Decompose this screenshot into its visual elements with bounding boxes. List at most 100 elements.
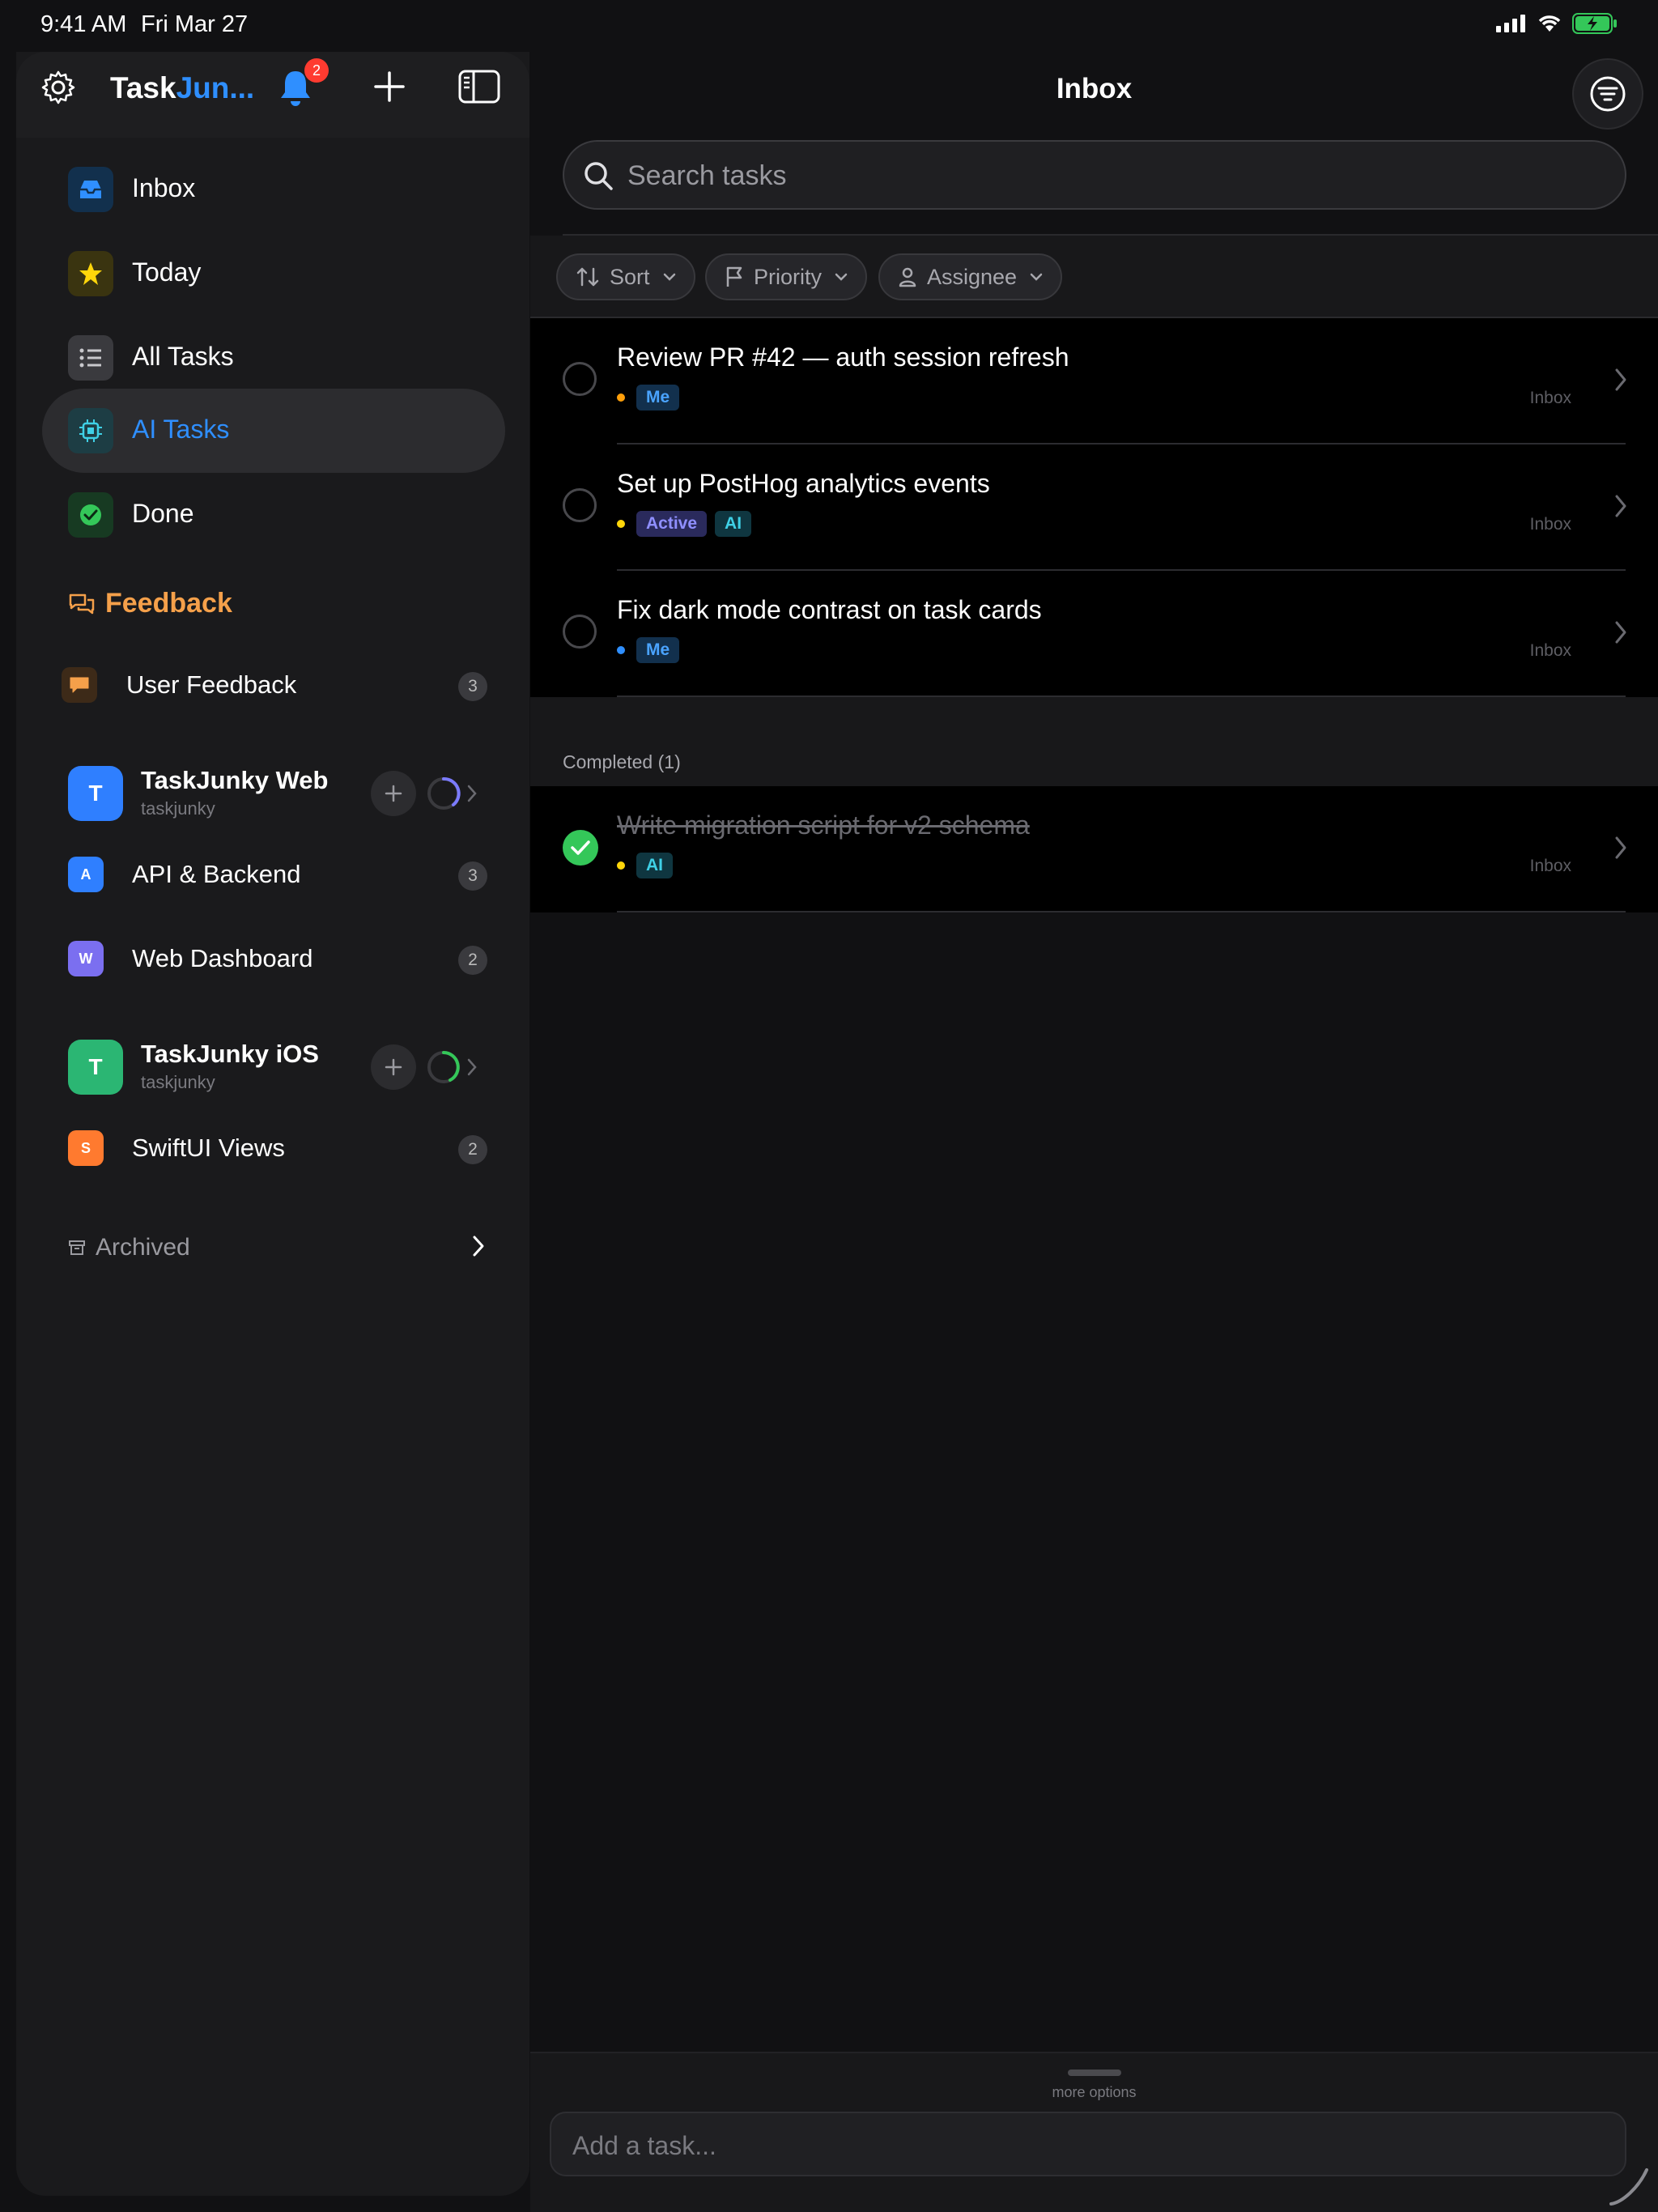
- task-tags: Active AI: [617, 511, 752, 537]
- sidebar-item-all-tasks[interactable]: All Tasks: [42, 316, 505, 400]
- add-to-project-button[interactable]: [371, 1044, 416, 1090]
- plus-icon: [385, 1058, 402, 1076]
- project-name: TaskJunky Web: [141, 766, 329, 794]
- count-badge: 3: [458, 861, 487, 891]
- progress-ring-icon: [427, 776, 461, 810]
- person-icon: [899, 267, 916, 287]
- count-badge: 2: [458, 1135, 487, 1164]
- sort-chip[interactable]: Sort: [556, 253, 695, 300]
- chevron-down-icon: [1030, 273, 1043, 281]
- priority-dot: [617, 393, 625, 402]
- status-bar: 9:41 AM Fri Mar 27: [0, 0, 1658, 52]
- task-title: Fix dark mode contrast on task cards: [617, 595, 1042, 624]
- sidebar-item-done[interactable]: Done: [42, 473, 505, 557]
- chevron-right-icon: [1615, 836, 1626, 859]
- pencil-scribble-icon: [1609, 2168, 1648, 2206]
- cellular-signal-icon: [1496, 15, 1525, 32]
- chevron-right-icon: [1615, 368, 1626, 391]
- add-to-project-button[interactable]: [371, 771, 416, 816]
- filter-chips-row: Sort Priority Assignee: [530, 236, 1658, 317]
- plus-icon[interactable]: [372, 70, 406, 104]
- sidebar-item-user-feedback[interactable]: User Feedback 3: [42, 644, 505, 725]
- subproject-avatar: A: [68, 857, 104, 892]
- progress-ring-icon: [427, 1051, 460, 1083]
- tag-me: Me: [636, 385, 680, 410]
- task-location: Inbox: [1529, 857, 1571, 875]
- sidebar-toggle-icon[interactable]: [458, 70, 500, 104]
- project-avatar: T: [68, 766, 123, 821]
- task-complete-toggle[interactable]: [563, 615, 597, 649]
- project-taskjunky-web[interactable]: T TaskJunky Web taskjunky: [42, 750, 505, 839]
- completed-section-header: [530, 697, 1658, 786]
- priority-chip[interactable]: Priority: [705, 253, 868, 300]
- sidebar-item-label: Today: [132, 257, 202, 287]
- project-name: TaskJunky iOS: [141, 1040, 319, 1068]
- completed-label: Completed (1): [563, 751, 681, 772]
- app-name: TaskJun...: [110, 71, 254, 105]
- search-input[interactable]: [627, 155, 1599, 197]
- subproject-web-dashboard[interactable]: W Web Dashboard 2: [42, 918, 505, 999]
- priority-dot: [617, 646, 625, 654]
- task-row[interactable]: Review PR #42 — auth session refresh Me …: [530, 318, 1658, 445]
- project-slug: taskjunky: [141, 798, 215, 819]
- task-complete-toggle[interactable]: [563, 830, 598, 866]
- sidebar-item-inbox[interactable]: Inbox: [42, 147, 505, 232]
- task-row[interactable]: Set up PostHog analytics events Active A…: [530, 445, 1658, 571]
- task-row[interactable]: Write migration script for v2 schema AI …: [530, 786, 1658, 912]
- add-task-input[interactable]: [572, 2125, 1592, 2167]
- filter-menu-button[interactable]: [1572, 58, 1643, 130]
- chevron-right-icon[interactable]: [466, 784, 478, 803]
- main-panel: Inbox Sort Priority Assignee Review PR #…: [530, 52, 1658, 2212]
- subproject-label: SwiftUI Views: [132, 1134, 285, 1162]
- flag-icon: [726, 266, 742, 287]
- sidebar-item-today[interactable]: Today: [42, 232, 505, 316]
- battery-charging-icon: [1572, 13, 1617, 34]
- more-options-label[interactable]: more options: [530, 2084, 1658, 2101]
- task-complete-toggle[interactable]: [563, 362, 597, 396]
- subproject-label: API & Backend: [132, 860, 301, 888]
- chip-icon: [68, 408, 113, 453]
- gear-icon[interactable]: [40, 70, 76, 105]
- task-row[interactable]: Fix dark mode contrast on task cards Me …: [530, 571, 1658, 697]
- chat-bubble-icon: [62, 667, 97, 703]
- feedback-section-header[interactable]: Feedback: [68, 588, 232, 619]
- count-badge: 3: [458, 672, 487, 701]
- page-title: Inbox: [1056, 73, 1133, 104]
- subproject-swiftui-views[interactable]: S SwiftUI Views 2: [42, 1108, 505, 1189]
- drag-handle[interactable]: [1068, 2069, 1121, 2076]
- chat-bubbles-icon: [69, 593, 95, 614]
- chevron-right-icon[interactable]: [466, 1057, 478, 1077]
- priority-dot: [617, 520, 625, 528]
- add-task-field[interactable]: [550, 2112, 1626, 2176]
- chevron-right-icon: [1615, 621, 1626, 644]
- count-badge: 2: [458, 946, 487, 975]
- tag-active: Active: [636, 511, 708, 537]
- archived-section[interactable]: Archived: [68, 1227, 505, 1268]
- assignee-chip-label: Assignee: [927, 264, 1018, 289]
- task-location: Inbox: [1529, 515, 1571, 534]
- task-location: Inbox: [1529, 641, 1571, 660]
- sidebar-header: TaskJun... 2: [16, 52, 529, 138]
- sidebar-item-label: User Feedback: [126, 670, 297, 699]
- tag-ai: AI: [636, 853, 673, 878]
- task-location: Inbox: [1529, 389, 1571, 407]
- sort-arrows-icon: [576, 267, 599, 287]
- task-title: Set up PostHog analytics events: [617, 469, 990, 498]
- subproject-avatar: W: [68, 941, 104, 976]
- sidebar-item-ai-tasks[interactable]: AI Tasks: [42, 389, 505, 473]
- assignee-chip[interactable]: Assignee: [878, 253, 1063, 300]
- task-complete-toggle[interactable]: [563, 488, 597, 522]
- project-slug: taskjunky: [141, 1072, 215, 1092]
- archive-box-icon: [69, 1240, 85, 1255]
- checkmark-icon: [571, 840, 590, 855]
- inbox-icon: [68, 167, 113, 212]
- sort-chip-label: Sort: [610, 264, 650, 289]
- task-tags: Me: [617, 637, 680, 663]
- notification-badge: 2: [304, 58, 329, 83]
- status-time: 9:41 AM: [40, 11, 127, 37]
- project-taskjunky-ios[interactable]: T TaskJunky iOS taskjunky: [42, 1023, 505, 1112]
- subproject-api-backend[interactable]: A API & Backend 3: [42, 834, 505, 915]
- search-bar[interactable]: [563, 140, 1626, 210]
- tag-me: Me: [636, 637, 680, 663]
- project-avatar: T: [68, 1040, 123, 1095]
